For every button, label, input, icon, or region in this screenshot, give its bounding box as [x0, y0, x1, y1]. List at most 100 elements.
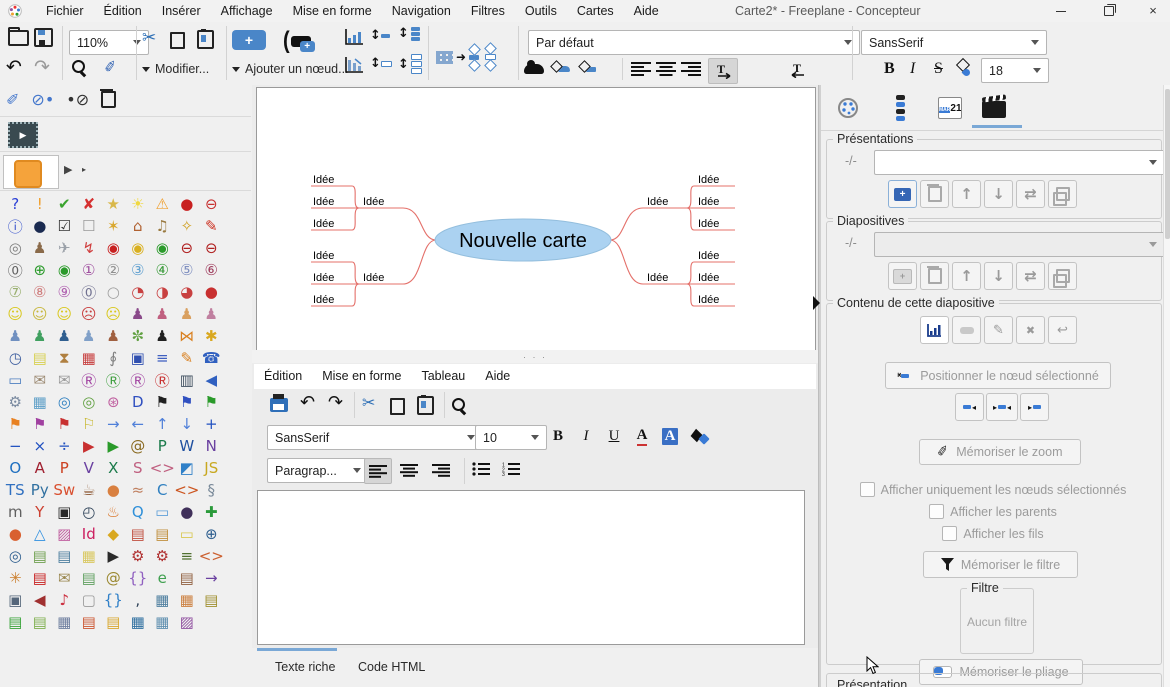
palette-icon[interactable]: ▤: [77, 567, 102, 589]
palette-icon[interactable]: ⚑: [175, 391, 200, 413]
position-node-button[interactable]: ⇤ Positionner le nœud sélectionné: [885, 362, 1111, 389]
palette-icon[interactable]: ☑: [52, 215, 77, 237]
paragraph-style-select[interactable]: Paragrap...: [267, 458, 369, 483]
show-children-checkbox[interactable]: Afficher les fils: [822, 526, 1164, 541]
palette-icon[interactable]: S: [126, 457, 151, 479]
palette-icon[interactable]: ▤: [28, 347, 53, 369]
remove-last-icon-button[interactable]: •⊘: [66, 90, 89, 109]
palette-icon[interactable]: ⚙: [150, 545, 175, 567]
palette-icon[interactable]: ◀: [28, 589, 53, 611]
palette-icon[interactable]: ◉: [126, 237, 151, 259]
search-button[interactable]: [72, 60, 85, 73]
palette-icon[interactable]: <>: [150, 457, 175, 479]
palette-icon[interactable]: ♟: [28, 325, 53, 347]
palette-icon[interactable]: ◔: [126, 281, 151, 303]
palette-icon[interactable]: ◎: [3, 545, 28, 567]
palette-icon[interactable]: ↯: [77, 237, 102, 259]
font-family-select[interactable]: SansSerif: [861, 30, 1047, 55]
palette-icon[interactable]: ◑: [150, 281, 175, 303]
palette-icon[interactable]: ♟: [52, 325, 77, 347]
presentation-select[interactable]: [874, 150, 1165, 175]
palette-icon[interactable]: ◎: [77, 391, 102, 413]
show-parents-checkbox[interactable]: Afficher les parents: [822, 504, 1164, 519]
note-copy-button[interactable]: [390, 398, 405, 415]
style-to-node-button[interactable]: [580, 60, 596, 72]
palette-icon[interactable]: ⑥: [199, 259, 224, 281]
map-child-node[interactable]: Idée: [313, 196, 334, 208]
palette-icon[interactable]: ⚑: [28, 413, 53, 435]
panel-collapse-arrow-icon[interactable]: [813, 296, 820, 310]
palette-icon[interactable]: ▭: [150, 501, 175, 523]
palette-icon[interactable]: ✉: [52, 369, 77, 391]
map-branch-node[interactable]: Idée: [363, 272, 384, 284]
palette-icon[interactable]: P: [52, 457, 77, 479]
slide-remove-node-button[interactable]: ✖: [1016, 316, 1045, 344]
note-search-button[interactable]: [452, 398, 465, 411]
close-button[interactable]: ×: [1136, 0, 1170, 22]
palette-icon[interactable]: ✱: [199, 325, 224, 347]
vertical-dist-solid-button[interactable]: ↕: [398, 26, 420, 41]
tab-format[interactable]: [833, 93, 863, 123]
palette-icon[interactable]: ⊛: [101, 391, 126, 413]
palette-icon[interactable]: O: [3, 457, 28, 479]
map-child-node[interactable]: Idée: [698, 174, 719, 186]
palette-icon[interactable]: ⌂: [126, 215, 151, 237]
palette-icon[interactable]: ≡: [150, 347, 175, 369]
chart-ascending-button[interactable]: [345, 28, 364, 45]
palette-icon[interactable]: ⑤: [175, 259, 200, 281]
palette-icon[interactable]: ↓: [175, 413, 200, 435]
palette-icon[interactable]: ○: [101, 281, 126, 303]
palette-icon[interactable]: ♨: [101, 501, 126, 523]
palette-icon[interactable]: ♪: [52, 589, 77, 611]
remove-first-icon-button[interactable]: ⊘•: [31, 90, 54, 109]
new-child-node-button[interactable]: +: [232, 30, 266, 50]
palette-icon[interactable]: ♟: [28, 237, 53, 259]
undo-button[interactable]: ↶: [6, 56, 22, 78]
palette-icon[interactable]: ✼: [126, 325, 151, 347]
palette-icon[interactable]: ▥: [175, 369, 200, 391]
palette-icon[interactable]: ♟: [126, 303, 151, 325]
palette-icon[interactable]: ✚: [199, 501, 224, 523]
palette-icon[interactable]: ③: [126, 259, 151, 281]
palette-icon[interactable]: ▨: [52, 523, 77, 545]
palette-icon[interactable]: ▢: [77, 589, 102, 611]
palette-icon[interactable]: ✈: [52, 237, 77, 259]
palette-icon[interactable]: ★: [101, 193, 126, 215]
palette-icon[interactable]: N: [199, 435, 224, 457]
node-align-right-button[interactable]: ▸: [1020, 393, 1049, 421]
save-map-button[interactable]: [34, 28, 53, 47]
bold-button[interactable]: B: [884, 60, 895, 78]
add-node-button[interactable]: ( +: [283, 30, 315, 53]
map-child-node[interactable]: Idée: [313, 294, 334, 306]
palette-icon[interactable]: ♫: [150, 215, 175, 237]
palette-icon[interactable]: Id: [77, 523, 102, 545]
palette-icon[interactable]: ⑨: [52, 281, 77, 303]
palette-icon[interactable]: ☺: [52, 303, 77, 325]
palette-icon[interactable]: ×: [28, 435, 53, 457]
palette-icon[interactable]: ♟: [101, 325, 126, 347]
note-paste-button[interactable]: [417, 396, 434, 415]
menu--dition[interactable]: Édition: [94, 0, 152, 22]
move-presentation-up-button[interactable]: ↑: [952, 180, 981, 208]
note-font-color-button[interactable]: A: [630, 424, 654, 448]
palette-icon[interactable]: ⚠: [150, 193, 175, 215]
map-child-node[interactable]: Idée: [698, 250, 719, 262]
media-icon-button[interactable]: ▶: [8, 122, 38, 148]
palette-icon[interactable]: ⓪: [77, 281, 102, 303]
align-left-button[interactable]: [631, 62, 651, 76]
palette-icon[interactable]: ⊖: [175, 237, 200, 259]
palette-icon[interactable]: ◀: [199, 369, 224, 391]
palette-icon[interactable]: ▨: [175, 611, 200, 633]
note-redo-button[interactable]: ↷: [328, 392, 343, 413]
palette-icon[interactable]: ☕: [77, 479, 102, 501]
note-cut-button[interactable]: ✂: [362, 393, 375, 412]
palette-icon[interactable]: Ⓡ: [77, 369, 102, 391]
palette-icon[interactable]: ÷: [52, 435, 77, 457]
duplicate-presentation-button[interactable]: [1048, 180, 1077, 208]
menu-navigation[interactable]: Navigation: [382, 0, 461, 22]
add-presentation-button[interactable]: +: [888, 180, 917, 208]
palette-icon[interactable]: ≡: [175, 545, 200, 567]
palette-icon[interactable]: ▦: [175, 589, 200, 611]
palette-icon[interactable]: ⊖: [199, 237, 224, 259]
manage-layouts-button[interactable]: ➜: [436, 44, 496, 70]
